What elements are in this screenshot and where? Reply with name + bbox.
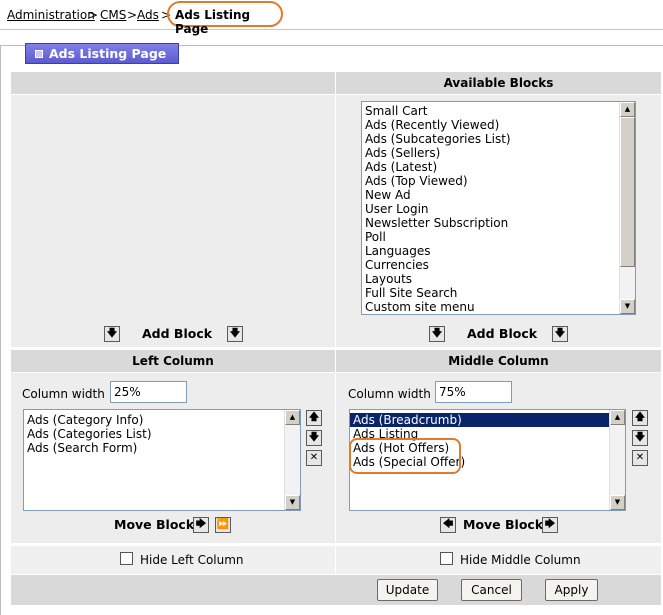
list-item[interactable]: Ads (Top Viewed) (362, 174, 635, 188)
breadcrumb-current-page: Ads Listing Page (167, 1, 283, 36)
scroll-down-icon[interactable]: ▼ (610, 495, 625, 510)
middle-column-width-label: Column width (348, 387, 431, 401)
list-item[interactable]: Currencies (362, 258, 635, 272)
middle-column-scrollbar[interactable]: ▲ ▼ (609, 410, 625, 510)
move-up-icon[interactable]: 🡅 (632, 410, 648, 426)
scroll-down-icon[interactable]: ▼ (285, 495, 300, 510)
list-item[interactable]: User Login (362, 202, 635, 216)
middle-column-header: Middle Column (336, 350, 661, 372)
scroll-up-icon[interactable]: ▲ (610, 410, 625, 425)
move-down-icon[interactable]: 🡇 (632, 430, 648, 446)
list-item[interactable]: Custom site menu (362, 300, 635, 314)
hide-left-column-checkbox[interactable] (120, 552, 133, 565)
left-column-header: Left Column (11, 350, 335, 372)
list-item[interactable]: Ads (Sellers) (362, 146, 635, 160)
scroll-thumb[interactable] (620, 117, 635, 267)
move-right-icon[interactable]: 🡆 (542, 517, 558, 533)
middle-column-width-input[interactable] (435, 381, 512, 403)
list-item[interactable]: Ads (Categories List) (24, 427, 300, 441)
available-blocks-list[interactable]: Small Cart Ads (Recently Viewed) Ads (Subc… (361, 101, 636, 315)
add-block-down-arrow-icon[interactable]: 🡇 (227, 326, 243, 342)
breadcrumb-separator: > (88, 8, 99, 22)
page-tab[interactable]: Ads Listing Page (25, 43, 179, 64)
left-move-block-label: Move Block (114, 517, 195, 532)
list-item[interactable]: Ads (Search Form) (24, 441, 300, 455)
list-item[interactable]: Ads (Recently Viewed) (362, 118, 635, 132)
add-block-down-arrow-icon[interactable]: 🡇 (552, 326, 568, 342)
left-column-scrollbar[interactable]: ▲ ▼ (284, 410, 300, 510)
list-item[interactable]: Newsletter Subscription (362, 216, 635, 230)
add-block-middle-label[interactable]: Add Block (467, 326, 537, 341)
hide-middle-column-label: Hide Middle Column (460, 553, 581, 567)
hide-left-column-label: Hide Left Column (140, 553, 244, 567)
apply-button[interactable]: Apply (545, 579, 598, 601)
update-button[interactable]: Update (377, 579, 438, 601)
left-column-blocks-list[interactable]: Ads (Category Info) Ads (Categories List)… (23, 409, 301, 511)
breadcrumb: Administration > CMS > Ads > Ads Listing… (0, 0, 663, 36)
list-item[interactable]: Ads (Subcategories List) (362, 132, 635, 146)
scroll-up-icon[interactable]: ▲ (620, 102, 635, 117)
available-blocks-header: Available Blocks (336, 72, 661, 94)
left-top-pane (11, 95, 335, 321)
move-right-double-icon[interactable]: ⏩ (215, 517, 231, 533)
breadcrumb-cms-link[interactable]: CMS (100, 8, 126, 22)
available-blocks-scrollbar[interactable]: ▲ ▼ (619, 102, 635, 314)
list-item[interactable]: Ads (Category Info) (24, 413, 300, 427)
remove-block-icon[interactable]: ✕ (306, 450, 322, 466)
breadcrumb-separator: > (127, 8, 138, 22)
highlight-outline (349, 438, 461, 474)
left-header-empty (11, 72, 335, 94)
list-item[interactable]: Full Site Search (362, 286, 635, 300)
tab-square-icon (35, 50, 43, 58)
move-down-icon[interactable]: 🡇 (306, 430, 322, 446)
move-up-icon[interactable]: 🡅 (306, 410, 322, 426)
add-block-left-label[interactable]: Add Block (142, 326, 212, 341)
list-item[interactable]: Layouts (362, 272, 635, 286)
add-block-down-arrow-icon[interactable]: 🡇 (429, 326, 445, 342)
cancel-button[interactable]: Cancel (461, 579, 522, 601)
list-item[interactable]: Ads (Breadcrumb) (350, 413, 625, 427)
remove-block-icon[interactable]: ✕ (632, 450, 648, 466)
left-column-width-label: Column width (22, 387, 105, 401)
scroll-down-icon[interactable]: ▼ (620, 299, 635, 314)
list-item[interactable]: Small Cart (362, 104, 635, 118)
list-item[interactable]: New Ad (362, 188, 635, 202)
list-item[interactable]: Poll (362, 230, 635, 244)
breadcrumb-ads-link[interactable]: Ads (137, 8, 159, 22)
add-block-down-arrow-icon[interactable]: 🡇 (104, 326, 120, 342)
move-left-icon[interactable]: 🡄 (440, 517, 456, 533)
hide-middle-column-checkbox[interactable] (440, 552, 453, 565)
list-item[interactable]: Ads (Latest) (362, 160, 635, 174)
left-column-width-input[interactable] (110, 381, 187, 403)
scroll-up-icon[interactable]: ▲ (285, 410, 300, 425)
list-item[interactable]: Languages (362, 244, 635, 258)
tab-title: Ads Listing Page (49, 46, 167, 61)
breadcrumb-administration-link[interactable]: Administration (7, 8, 95, 22)
middle-move-block-label: Move Block (463, 517, 544, 532)
move-right-icon[interactable]: 🡆 (193, 517, 209, 533)
